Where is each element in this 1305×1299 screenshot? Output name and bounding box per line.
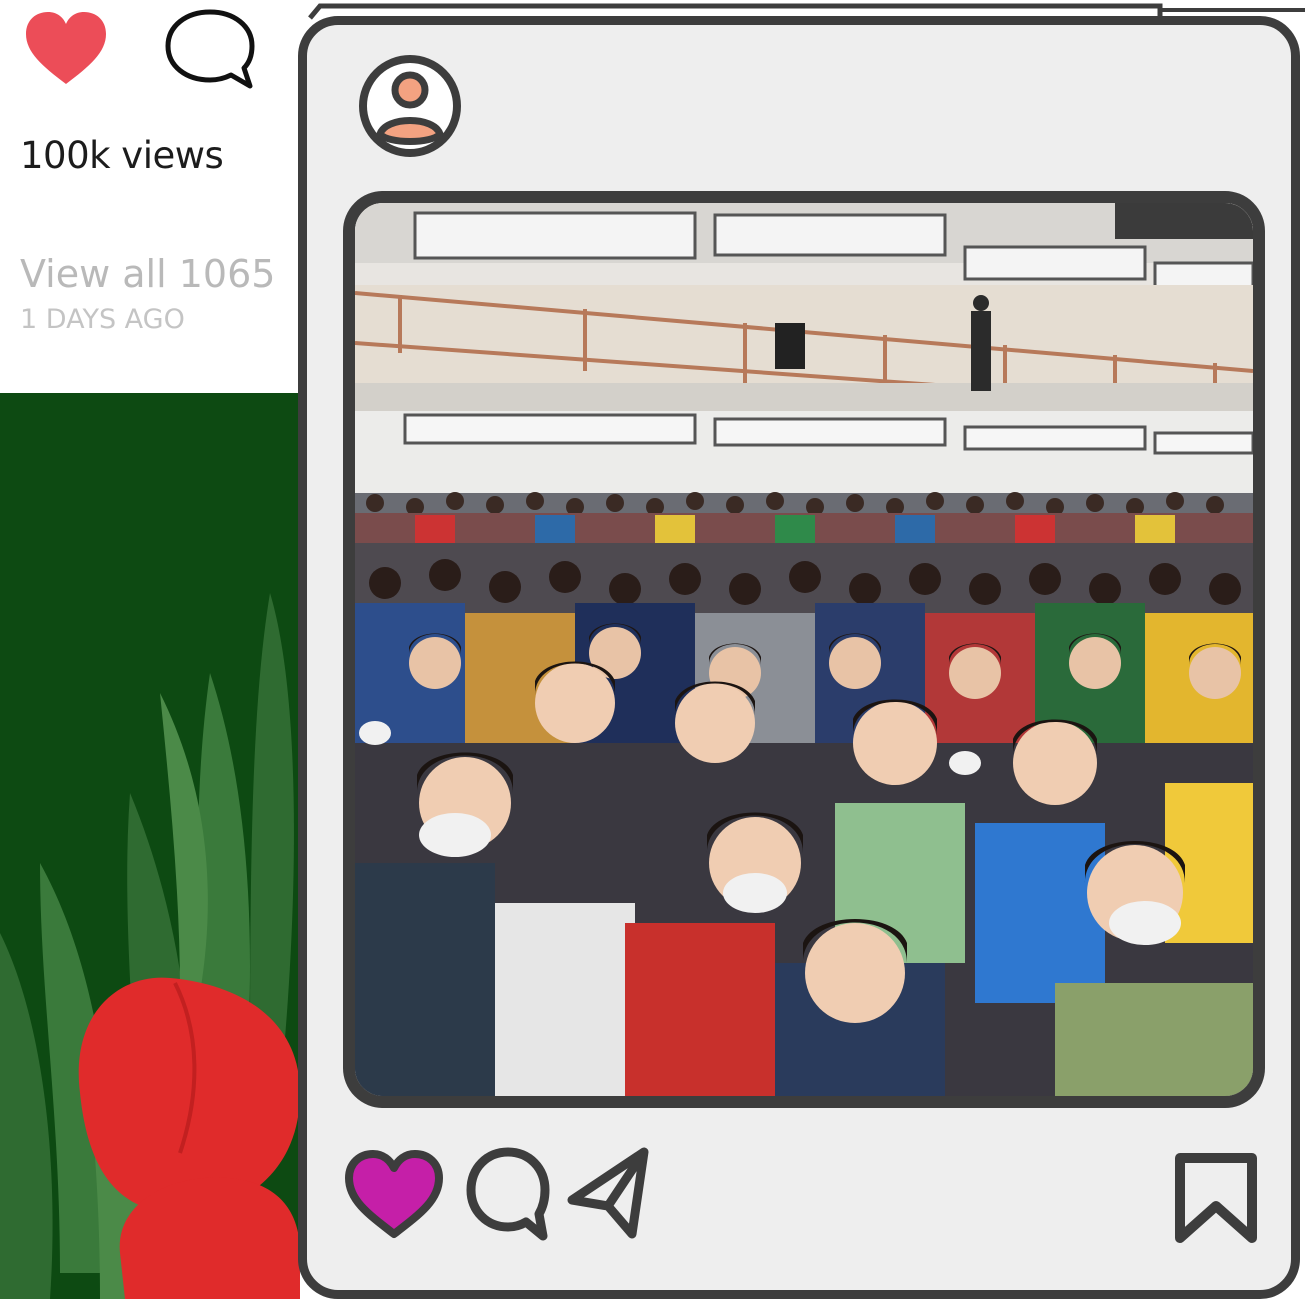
avatar-icon[interactable] bbox=[356, 52, 464, 160]
comment-icon[interactable] bbox=[162, 6, 258, 92]
heart-icon[interactable] bbox=[22, 8, 110, 88]
post-timestamp: 1 DAYS AGO bbox=[20, 304, 185, 335]
bookmark-icon[interactable] bbox=[1168, 1148, 1264, 1248]
crowd-photo bbox=[355, 203, 1253, 1096]
post-photo[interactable] bbox=[343, 191, 1265, 1108]
view-all-comments-link[interactable]: View all 1065 bbox=[20, 252, 275, 296]
foliage-decoration bbox=[0, 393, 300, 1299]
screen: 100k views View all 1065 1 DAYS AGO bbox=[0, 0, 1305, 1299]
background-post-card: 100k views View all 1065 1 DAYS AGO bbox=[0, 0, 300, 393]
foliage-illustration bbox=[0, 393, 300, 1299]
comment-icon[interactable] bbox=[463, 1144, 553, 1244]
views-count: 100k views bbox=[20, 134, 224, 177]
like-heart-icon[interactable] bbox=[343, 1148, 445, 1240]
share-icon[interactable] bbox=[566, 1144, 652, 1242]
